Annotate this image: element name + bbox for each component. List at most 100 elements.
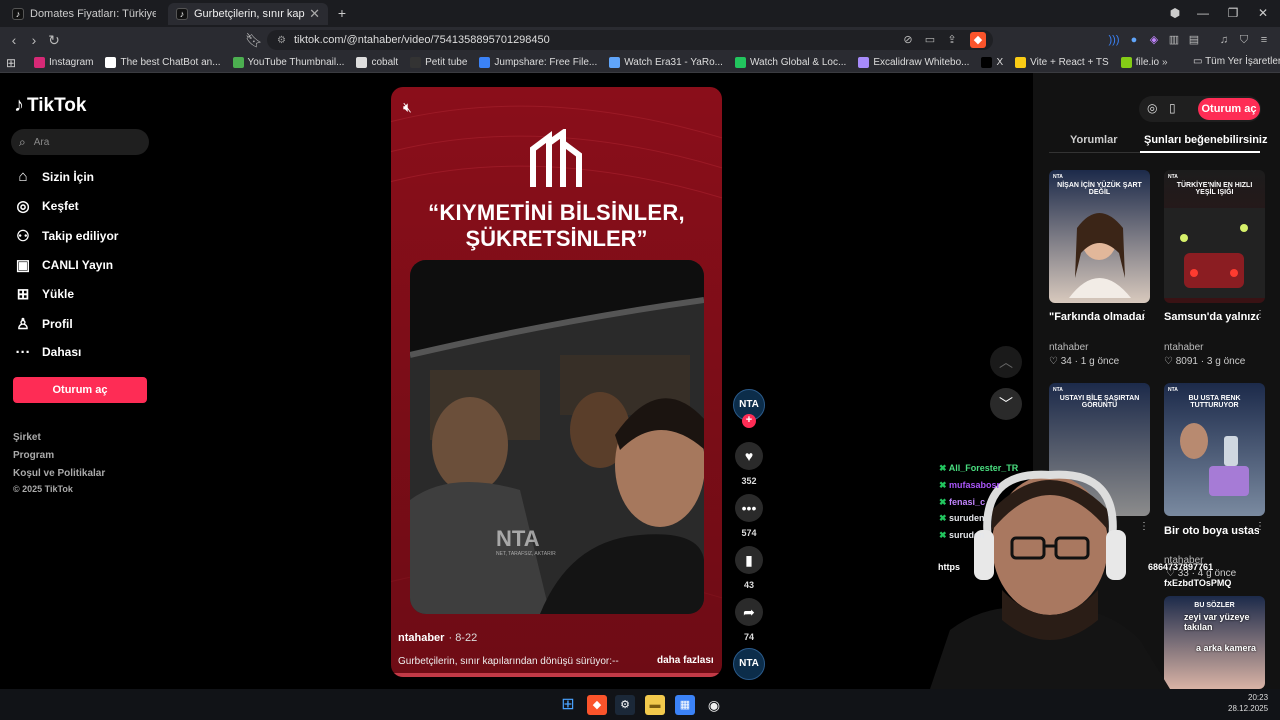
prev-video-icon[interactable]: ︿ [990,346,1022,378]
sidebar-item[interactable]: ··· Dahası [14,344,82,361]
tab-domates[interactable]: ♪ Domates Fiyatları: Türkiye ve Almany [4,3,164,25]
search-box[interactable]: ⌕ Ara [11,129,149,155]
card-author[interactable]: ntahaber [1049,342,1088,353]
card-author[interactable]: ntahaber [1164,342,1203,353]
recommended-card-thumb[interactable]: NTA BU USTA RENK TUTTURUYOR [1164,383,1265,516]
follow-plus-icon[interactable]: + [742,414,756,428]
brave-browser-icon[interactable]: ◆ [587,695,607,715]
sidebar-icon[interactable]: ▥ [1166,32,1182,48]
cast-icon[interactable]: ▭ [922,32,938,48]
shield-icon[interactable]: ⛉ [1236,32,1252,48]
apps-icon[interactable]: ⊞ [6,56,20,70]
wallet-icon[interactable]: ◈ [1146,32,1162,48]
video-author[interactable]: ntahaber [398,632,444,644]
bookmark-item[interactable]: cobalt [356,57,398,68]
sidebar-item[interactable]: ▣ CANLI Yayın [14,256,113,274]
card-title[interactable]: "Farkında olmadan nişanlanmış... [1049,311,1144,323]
site-settings-icon[interactable]: ⚙ [277,35,286,46]
back-icon[interactable]: ‹ [4,31,24,49]
no-tracking-icon[interactable]: ⊘ [900,32,916,48]
recommended-card-thumb[interactable]: NTA NİŞAN İÇİN YÜZÜK ŞART DEĞİL [1049,170,1150,303]
minimize-icon[interactable]: — [1188,4,1218,22]
music-icon[interactable]: ♫ [1216,32,1232,48]
recommended-card-thumb[interactable]: NTA TÜRKİYE'NİN EN HIZLI YEŞİL IŞIĞI [1164,170,1265,303]
bookmark-item[interactable]: The best ChatBot an... [105,57,221,68]
close-window-icon[interactable]: ✕ [1248,4,1278,22]
bookmark-item[interactable]: file.io - Super simpl... [1120,57,1162,68]
close-tab-icon[interactable]: ✕ [309,6,320,22]
explore-icon[interactable]: ◎ [1147,101,1157,115]
url-text: tiktok.com/@ntahaber/video/7541358895701… [293,34,550,46]
chat-message: ✖ mufasabosr [939,479,1001,490]
card-title[interactable]: Samsun'da yalnızca 2 saniye... [1164,311,1259,323]
sidebar-item[interactable]: ♙ Profil [14,315,72,333]
mute-icon[interactable]: 🔇︎ [403,99,412,116]
card-menu-icon[interactable]: ⋮ [1139,309,1149,320]
bookmark-item[interactable]: Instagram [34,57,93,68]
bookmark-page-icon[interactable]: 🔖︎ [244,31,264,49]
file-explorer-icon[interactable]: ▬ [645,695,665,715]
next-video-icon[interactable]: ﹀ [990,388,1022,420]
card-title[interactable]: Bir oto boya ustası, kendisine... [1164,525,1259,537]
tab-gurbetciler[interactable]: ♪ Gurbetçilerin, sınır kapılarından d ✕ [168,3,328,25]
bookmark-icon[interactable]: ▮ [735,546,763,574]
compass-icon: ◎ [16,198,30,216]
reload-icon[interactable]: ↻ [44,31,64,49]
windows-start-icon[interactable]: ⊞ [558,695,578,715]
profile-icon: ♙ [16,315,30,333]
restore-icon[interactable]: ❐ [1218,4,1248,22]
bookmark-item[interactable]: Jumpshare: Free File... [479,57,597,68]
card-menu-icon[interactable]: ⋮ [1255,521,1265,532]
steam-icon[interactable]: ⚙ [615,695,635,715]
menu-icon[interactable]: ≡ [1256,32,1272,48]
tiktok-logo[interactable]: ♪ TikTok [14,94,86,117]
sidebar-item[interactable]: ⊞ Yükle [14,285,74,303]
video-more-link[interactable]: daha fazlası [657,655,714,666]
bookmark-item[interactable]: Vite + React + TS [1015,57,1109,68]
card-meta: ♡ 34 · 1 g önce [1049,356,1120,367]
footer-company[interactable]: Şirket [13,432,41,443]
footer-program[interactable]: Program [13,450,54,461]
sidebar-item[interactable]: ⌂ Sizin İçin [14,168,94,185]
device-icon[interactable]: ▯ [1169,101,1176,115]
bookmark-item[interactable]: YouTube Thumbnail... [232,57,344,68]
reader-icon[interactable]: ▤ [1186,32,1202,48]
car-scene-illustration [410,260,704,614]
obs-icon[interactable]: ◉ [704,695,724,715]
comment-icon[interactable]: ••• [735,494,763,522]
footer-terms[interactable]: Koşul ve Politikalar [13,468,105,479]
audio-icon[interactable]: ))) [1106,32,1122,48]
more-bookmarks-icon[interactable]: » [1162,57,1168,68]
video-player[interactable]: 🔇︎ “KIYMETİNİ BİLSİNLER, ŞÜKRETSİNLER” N… [391,87,722,677]
bookmark-item[interactable]: Petit tube [410,57,467,68]
following-icon: ⚇ [16,227,30,245]
vpn-icon[interactable]: ● [1126,32,1142,48]
video-progress-bar[interactable] [391,673,722,677]
bookmark-item[interactable]: Excalidraw Whitebo... [858,57,969,68]
photos-icon[interactable]: ▦ [675,695,695,715]
extensions-icon[interactable]: ⬢ [1160,4,1190,22]
like-icon[interactable]: ♥ [735,442,763,470]
share-icon[interactable]: ⇪ [944,32,960,48]
overlay-text: a arka kamera [1196,643,1257,653]
nta-logo-icon [530,129,582,187]
tab-you-may-like[interactable]: Şunları beğenebilirsiniz [1144,134,1267,146]
sidebar-item[interactable]: ◎ Keşfet [14,197,78,216]
tiktok-favicon-icon: ♪ [176,8,188,20]
chat-badge-icon: ✖ [939,513,950,524]
card-menu-icon[interactable]: ⋮ [1255,309,1265,320]
bookmark-item[interactable]: Watch Era31 - YaRo... [609,57,723,68]
all-bookmarks[interactable]: ▭ Tüm Yer İşaretleri [1193,56,1280,67]
tab-comments[interactable]: Yorumlar [1070,134,1117,146]
forward-icon[interactable]: › [24,31,44,49]
bookmark-item[interactable]: Watch Global & Loc... [734,57,846,68]
music-disc-avatar[interactable]: NTA [733,648,765,680]
right-login-button[interactable]: Oturum aç [1198,98,1260,120]
bookmark-item[interactable]: X [981,57,1003,68]
sidebar-item[interactable]: ⚇ Takip ediliyor [14,227,118,245]
brave-shields-icon[interactable]: ◆ [970,32,986,48]
address-bar[interactable]: ⚙ tiktok.com/@ntahaber/video/75413588957… [267,30,993,50]
sidebar-login-button[interactable]: Oturum aç [13,377,147,403]
share-arrow-icon[interactable]: ➦ [735,598,763,626]
new-tab-icon[interactable]: + [334,4,350,22]
